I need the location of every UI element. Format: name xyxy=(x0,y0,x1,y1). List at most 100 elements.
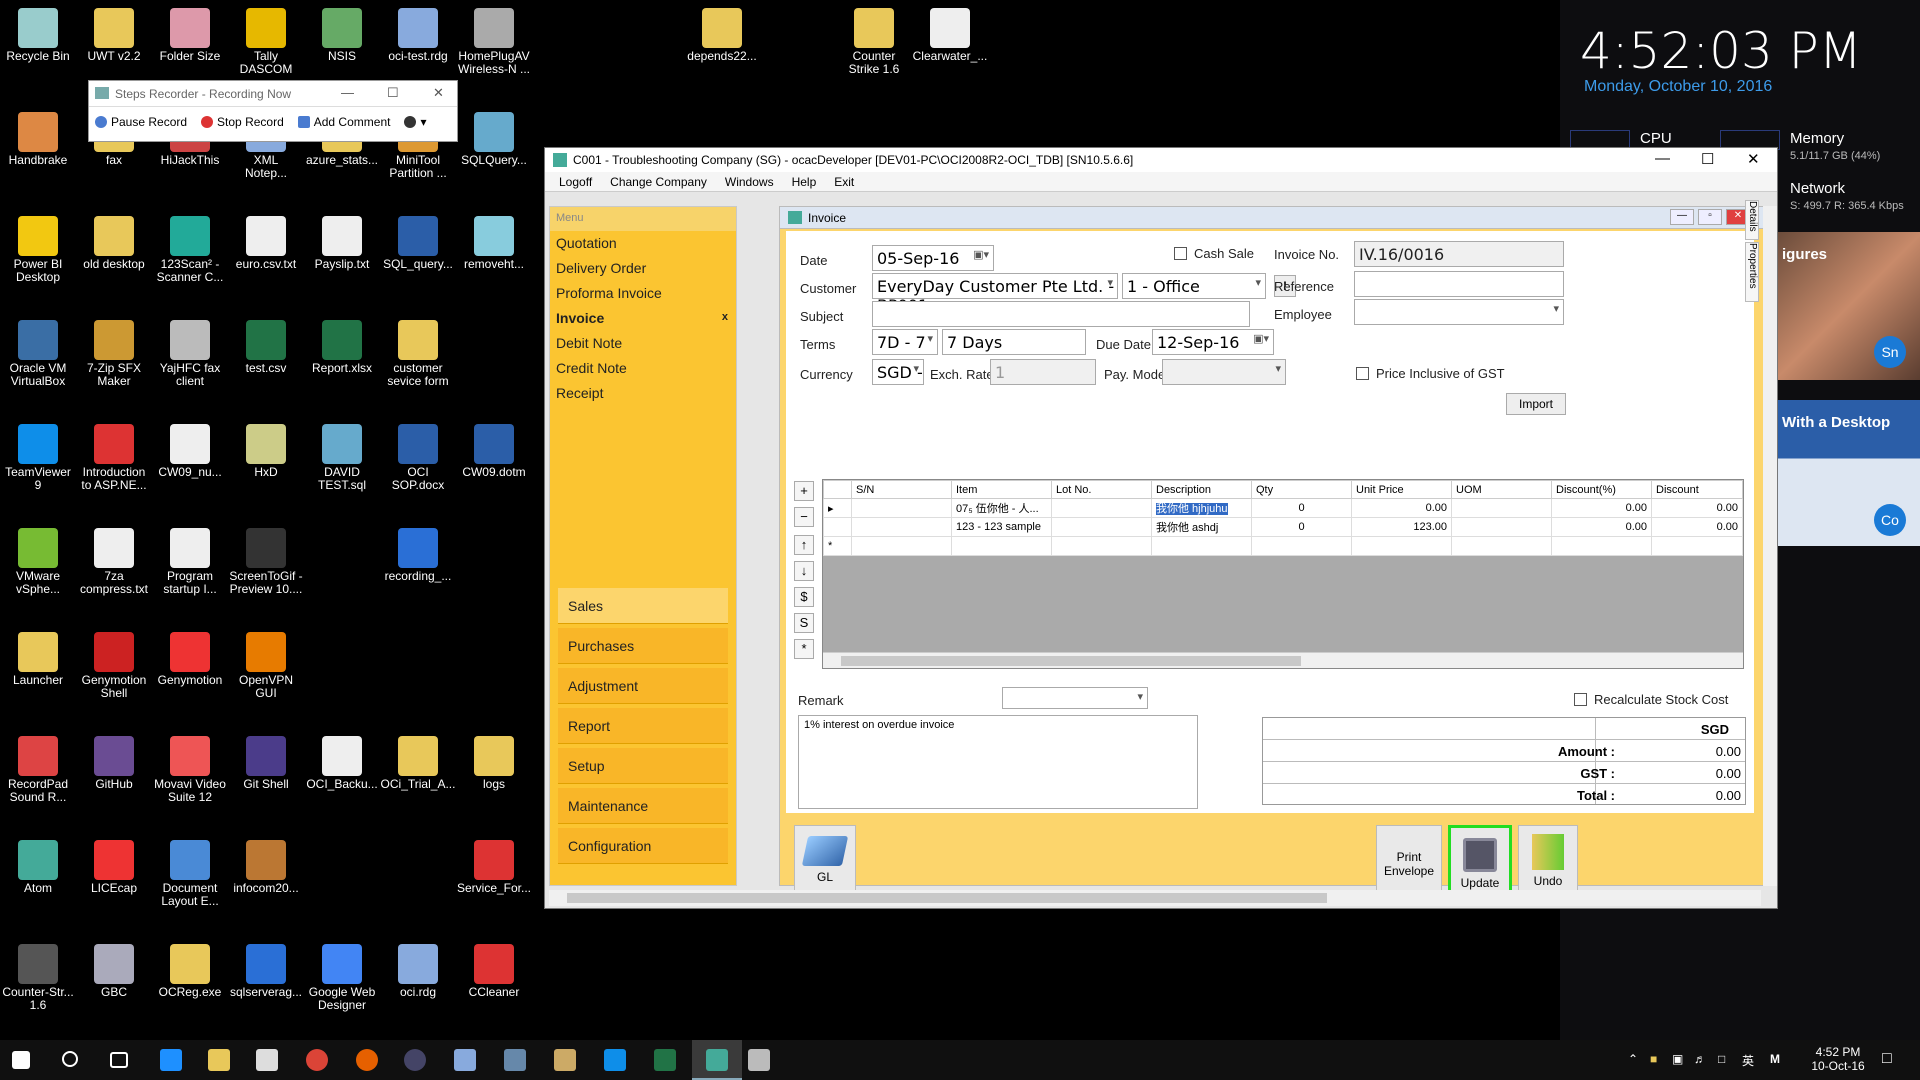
desktop-icon[interactable]: VMware vSphe... xyxy=(0,524,76,620)
desktop-icon[interactable]: logs xyxy=(456,732,532,828)
remove-row-button[interactable]: − xyxy=(794,507,814,527)
task-view-icon[interactable] xyxy=(110,1052,128,1068)
desktop-icon[interactable]: Report.xlsx xyxy=(304,316,380,412)
tray-app-icon[interactable]: ■ xyxy=(1650,1052,1657,1066)
minimize-icon[interactable]: — xyxy=(341,85,354,100)
cell-lot[interactable] xyxy=(1051,517,1152,537)
col-uom[interactable]: UOM xyxy=(1451,480,1552,499)
col-discount-pct[interactable]: Discount(%) xyxy=(1551,480,1652,499)
cell-item[interactable]: 07₅ 伍你他 - 人... xyxy=(951,498,1052,518)
cell-discount[interactable]: 0.00 xyxy=(1651,517,1743,537)
maximize-icon[interactable]: ☐ xyxy=(387,85,399,101)
side-tab-properties[interactable]: Properties xyxy=(1745,242,1759,302)
serial-button[interactable]: S xyxy=(794,613,814,633)
desktop-icon[interactable]: 123Scan² - Scanner C... xyxy=(152,212,228,308)
calendar-icon[interactable]: ▣▾ xyxy=(1253,332,1269,345)
cell-discount[interactable]: 0.00 xyxy=(1651,498,1743,518)
help-button[interactable]: ▾ xyxy=(404,115,426,129)
cell-sn[interactable] xyxy=(851,517,952,537)
app-minimize-icon[interactable]: — xyxy=(1655,150,1670,167)
pause-record-button[interactable]: Pause Record xyxy=(95,115,187,129)
price-inclusive-gst-checkbox[interactable] xyxy=(1356,367,1369,380)
menu-item-debit-note[interactable]: Debit Note xyxy=(550,331,736,356)
add-row-button[interactable]: + xyxy=(794,481,814,501)
employee-select[interactable]: ▾ xyxy=(1354,299,1564,325)
add-comment-button[interactable]: Add Comment xyxy=(297,115,390,129)
desktop-icon[interactable]: Git Shell xyxy=(228,732,304,828)
search-icon[interactable] xyxy=(62,1051,78,1067)
desktop-icon[interactable]: Atom xyxy=(0,836,76,932)
invoice-restore-icon[interactable]: ▫ xyxy=(1698,209,1722,225)
desktop-icon[interactable]: Oracle VM VirtualBox xyxy=(0,316,76,412)
desktop-icon[interactable]: Google Web Designer xyxy=(304,940,380,1036)
terms-text-field[interactable]: 7 Days xyxy=(942,329,1086,355)
cell-description[interactable]: 我你他 hjhjuhu xyxy=(1151,498,1252,518)
menu-logoff[interactable]: Logoff xyxy=(559,175,592,191)
file-explorer-icon[interactable] xyxy=(208,1049,230,1071)
table-row[interactable]: ▸ 07₅ 伍你他 - 人... 我你他 hjhjuhu 0 0.00 0.00… xyxy=(823,498,1743,518)
desktop-icon[interactable]: euro.csv.txt xyxy=(228,212,304,308)
col-unit-price[interactable]: Unit Price xyxy=(1351,480,1452,499)
update-button[interactable]: Update xyxy=(1448,825,1512,895)
desktop-icon[interactable]: OCI_Backu... xyxy=(304,732,380,828)
ime-indicator[interactable]: 英 xyxy=(1742,1052,1754,1069)
desktop-icon[interactable]: TeamViewer 9 xyxy=(0,420,76,516)
exch-rate-field[interactable]: 1 xyxy=(990,359,1096,385)
desktop-icon[interactable]: Counter Strike 1.6 xyxy=(836,4,912,100)
news-tile-2[interactable]: With a Desktop Co xyxy=(1778,400,1920,546)
desktop-icon[interactable]: YajHFC fax client xyxy=(152,316,228,412)
group-report[interactable]: Report xyxy=(558,708,728,744)
start-windows-icon[interactable] xyxy=(12,1051,30,1069)
desktop-icon[interactable]: Service_For... xyxy=(456,836,532,932)
gl-button[interactable]: GL xyxy=(794,825,856,895)
desktop-icon[interactable]: ScreenToGif - Preview 10.... xyxy=(228,524,304,620)
group-setup[interactable]: Setup xyxy=(558,748,728,784)
network-tool-icon[interactable] xyxy=(504,1049,526,1071)
desktop-icon[interactable]: oci.rdg xyxy=(380,940,456,1036)
steps-recorder-taskbar-icon[interactable] xyxy=(748,1049,770,1071)
desktop-icon[interactable]: OpenVPN GUI xyxy=(228,628,304,724)
col-discount[interactable]: Discount xyxy=(1651,480,1743,499)
import-button[interactable]: Import xyxy=(1506,393,1566,415)
cell-unit-price[interactable]: 0.00 xyxy=(1351,498,1452,518)
news-tile-1[interactable]: igures Sn xyxy=(1778,232,1920,380)
desktop-icon[interactable]: SQL_query... xyxy=(380,212,456,308)
grid-horizontal-scrollbar[interactable] xyxy=(823,652,1743,668)
move-row-up-button[interactable]: ↑ xyxy=(794,535,814,555)
menu-item-quotation[interactable]: Quotation xyxy=(550,231,736,256)
app-vertical-scrollbar[interactable] xyxy=(1763,206,1777,886)
desktop-icon[interactable]: Power BI Desktop xyxy=(0,212,76,308)
calendar-icon[interactable]: ▣▾ xyxy=(973,248,989,261)
cell-lot[interactable] xyxy=(1051,498,1152,518)
cell-qty[interactable]: 0 xyxy=(1251,517,1352,537)
desktop-icon[interactable]: HxD xyxy=(228,420,304,516)
cell-description[interactable]: 我你他 ashdj xyxy=(1151,517,1252,537)
table-row[interactable]: 123 - 123 sample 我你他 ashdj 0 123.00 0.00… xyxy=(823,517,1743,537)
menu-change-company[interactable]: Change Company xyxy=(610,175,707,191)
due-date-picker[interactable]: 12-Sep-16 ▣▾ xyxy=(1152,329,1274,355)
desktop-icon[interactable]: sqlserverag... xyxy=(228,940,304,1036)
subject-field[interactable] xyxy=(872,301,1250,327)
menu-exit[interactable]: Exit xyxy=(834,175,854,191)
reference-field[interactable] xyxy=(1354,271,1564,297)
desktop-icon[interactable]: Clearwater_... xyxy=(912,4,988,100)
group-maintenance[interactable]: Maintenance xyxy=(558,788,728,824)
grid-scroll-thumb[interactable] xyxy=(841,656,1301,666)
ime-mode-icon[interactable]: M xyxy=(1770,1052,1780,1066)
cell-item[interactable]: 123 - 123 sample xyxy=(951,517,1052,537)
cell-discount-pct[interactable]: 0.00 xyxy=(1551,517,1652,537)
desktop-icon[interactable]: test.csv xyxy=(228,316,304,412)
col-qty[interactable]: Qty xyxy=(1251,480,1352,499)
undo-button[interactable]: Undo xyxy=(1518,825,1578,895)
cell-uom[interactable] xyxy=(1451,498,1552,518)
app-close-icon[interactable]: ✕ xyxy=(1747,150,1760,168)
print-envelope-button[interactable]: Print Envelope xyxy=(1376,825,1442,895)
col-sn[interactable]: S/N xyxy=(851,480,952,499)
edge-icon[interactable] xyxy=(160,1049,182,1071)
desktop-icon[interactable]: Recycle Bin xyxy=(0,4,76,100)
desktop-icon[interactable]: recording_... xyxy=(380,524,456,620)
desktop-icon[interactable]: customer sevice form xyxy=(380,316,456,412)
pay-mode-select[interactable]: ▾ xyxy=(1162,359,1286,385)
desktop-icon[interactable]: SQLQuery... xyxy=(456,108,532,204)
price-button[interactable]: $ xyxy=(794,587,814,607)
